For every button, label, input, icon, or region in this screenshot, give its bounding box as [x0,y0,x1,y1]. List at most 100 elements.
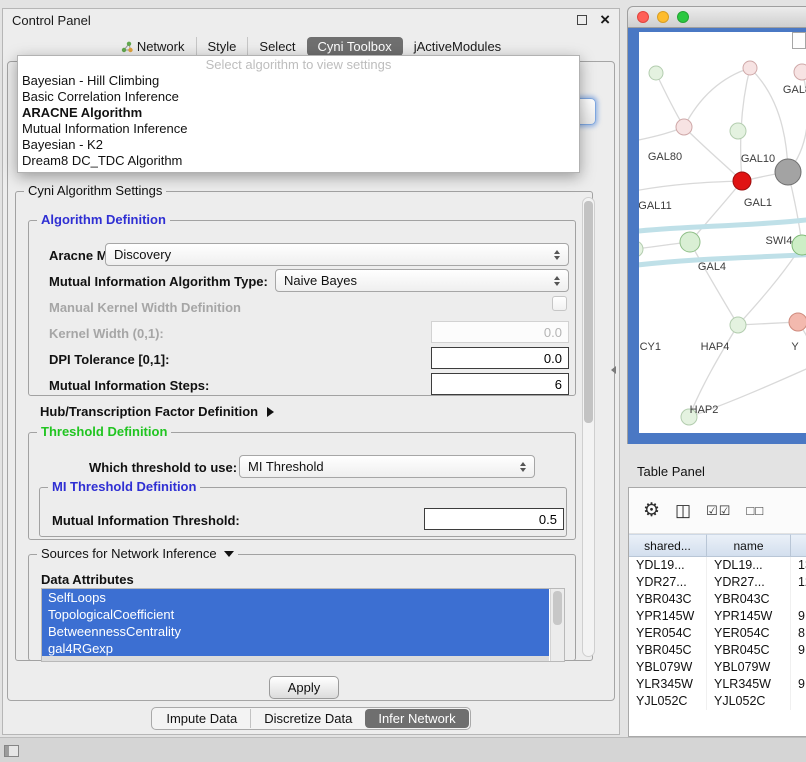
attribute-item[interactable]: gal4RGexp [42,640,549,657]
column-header[interactable] [791,534,806,557]
group-title: Cyni Algorithm Settings [24,183,166,198]
tab-select[interactable]: Select [247,37,306,56]
mi-threshold-definition-group: MI Threshold Definition Mutual Informati… [39,487,567,537]
algorithm-option[interactable]: Bayesian - K2 [18,137,579,153]
network-node[interactable] [730,123,746,139]
table-cell: YBL079W [707,659,791,676]
network-node[interactable] [730,317,746,333]
select-all-icon[interactable]: ☑☑ [706,503,731,519]
table-row[interactable]: YBR043CYBR043C [629,591,806,608]
attribute-item[interactable]: SelfLoops [42,589,549,606]
table-row[interactable]: YDL19...YDL19...13 [629,557,806,574]
bottom-tab-discretize-data[interactable]: Discretize Data [250,709,365,728]
network-node[interactable] [792,235,806,255]
network-canvas[interactable]: GAL8GAL80GAL10GAL11GAL1SWI4GAL4GCY1HAP4Y… [639,32,806,433]
tab-cyni-toolbox[interactable]: Cyni Toolbox [307,37,403,56]
settings-scrollbar[interactable] [582,197,595,657]
table-cell: YER054C [707,625,791,642]
table-row[interactable]: YER054CYER054C8. [629,625,806,642]
network-window-titlebar[interactable] [627,6,806,28]
algorithm-option[interactable]: ARACNE Algorithm [18,105,579,121]
list-horizontal-scrollbar[interactable] [42,656,549,661]
mac-minimize-icon[interactable] [657,11,669,23]
network-node[interactable] [639,241,643,257]
table-cell: 13 [791,557,806,574]
table-cell [791,659,806,676]
navigator-corner-icon[interactable] [792,32,806,49]
table-cell: YDL19... [629,557,707,574]
network-node[interactable] [676,119,692,135]
scrollbar-thumb[interactable] [553,591,562,625]
bottom-tab-infer-network[interactable]: Infer Network [365,709,468,728]
network-node[interactable] [794,64,806,80]
sources-section-header[interactable]: Sources for Network Inference [37,546,238,561]
combobox-value: MI Threshold [248,459,515,474]
tab-network[interactable]: Network [110,37,196,56]
columns-icon[interactable]: ◫ [675,501,691,521]
table-row[interactable]: YBR045CYBR045C9. [629,642,806,659]
network-node[interactable] [789,313,806,331]
group-title: Threshold Definition [37,424,171,439]
data-attributes-list: SelfLoopsTopologicalCoefficientBetweenne… [41,588,565,662]
table-row[interactable]: YBL079WYBL079W [629,659,806,676]
attribute-item[interactable]: TopologicalCoefficient [42,606,549,623]
mi-threshold-input[interactable] [424,508,564,530]
node-label: GCY1 [639,341,661,353]
gear-icon[interactable]: ⚙ [643,499,660,522]
mi-algorithm-type-combobox[interactable]: Naive Bayes [275,269,569,292]
tab-label: Cyni Toolbox [318,39,392,54]
scrollbar-thumb[interactable] [584,201,593,423]
algorithm-option[interactable]: Bayesian - Hill Climbing [18,73,579,89]
tab-style[interactable]: Style [196,37,248,56]
apply-button[interactable]: Apply [269,676,339,699]
aracne-mode-combobox[interactable]: Discovery [105,243,569,266]
hub-definition-expander[interactable]: Hub/Transcription Factor Definition [40,404,274,419]
network-node[interactable] [775,159,801,185]
node-label: GAL11 [639,200,672,212]
table-row[interactable]: YPR145WYPR145W9. [629,608,806,625]
network-node[interactable] [733,172,751,190]
float-window-icon[interactable] [577,15,587,25]
network-node[interactable] [743,61,757,75]
algorithm-option[interactable]: Basic Correlation Inference [18,89,579,105]
panel-toggle-icon[interactable] [4,745,19,757]
network-node[interactable] [680,232,700,252]
table-cell: YDL19... [707,557,791,574]
column-header[interactable]: shared... [629,534,707,557]
network-edge [656,73,684,127]
list-scrollbar[interactable] [550,589,564,661]
tab-jactivemodules[interactable]: jActiveModules [403,37,512,56]
table-row[interactable]: YDR27...YDR27...12 [629,574,806,591]
mac-close-icon[interactable] [637,11,649,23]
node-label: HAP2 [690,404,719,416]
control-panel-titlebar[interactable]: Control Panel × [3,9,619,31]
node-label: Y [791,341,799,353]
bottom-tab-impute-data[interactable]: Impute Data [153,709,250,728]
close-icon[interactable]: × [600,14,610,26]
group-title: Algorithm Definition [37,212,170,227]
deselect-all-icon[interactable]: □□ [746,503,764,518]
panel-collapse-arrow[interactable] [611,366,616,374]
kernel-width-input[interactable] [431,321,569,343]
attribute-item[interactable]: BetweennessCentrality [42,623,549,640]
table-row[interactable]: YLR345WYLR345W9. [629,676,806,693]
table-body: YDL19...YDL19...13YDR27...YDR27...12YBR0… [629,557,806,710]
algorithm-option[interactable]: Dream8 DC_TDC Algorithm [18,153,579,169]
algorithm-option[interactable]: Mutual Information Inference [18,121,579,137]
network-node[interactable] [649,66,663,80]
which-threshold-combobox[interactable]: MI Threshold [239,455,535,478]
mi-steps-input[interactable] [431,373,569,395]
tab-label: Select [259,39,295,54]
threshold-definition-group: Threshold Definition Which threshold to … [28,432,576,540]
tab-bar: Network Style Select Cyni Toolbox jActiveMod… [3,36,619,57]
mac-zoom-icon[interactable] [677,11,689,23]
table-row[interactable]: YJL052CYJL052C [629,693,806,710]
tab-label: Network [137,39,185,54]
combobox-value: Discovery [114,247,549,262]
table-cell: 9. [791,608,806,625]
dpi-tolerance-input[interactable] [431,347,569,369]
dropdown-placeholder: Select algorithm to view settings [18,56,579,73]
column-header[interactable]: name [707,534,791,557]
table-cell: YBR043C [707,591,791,608]
manual-kernel-checkbox[interactable] [552,296,567,311]
